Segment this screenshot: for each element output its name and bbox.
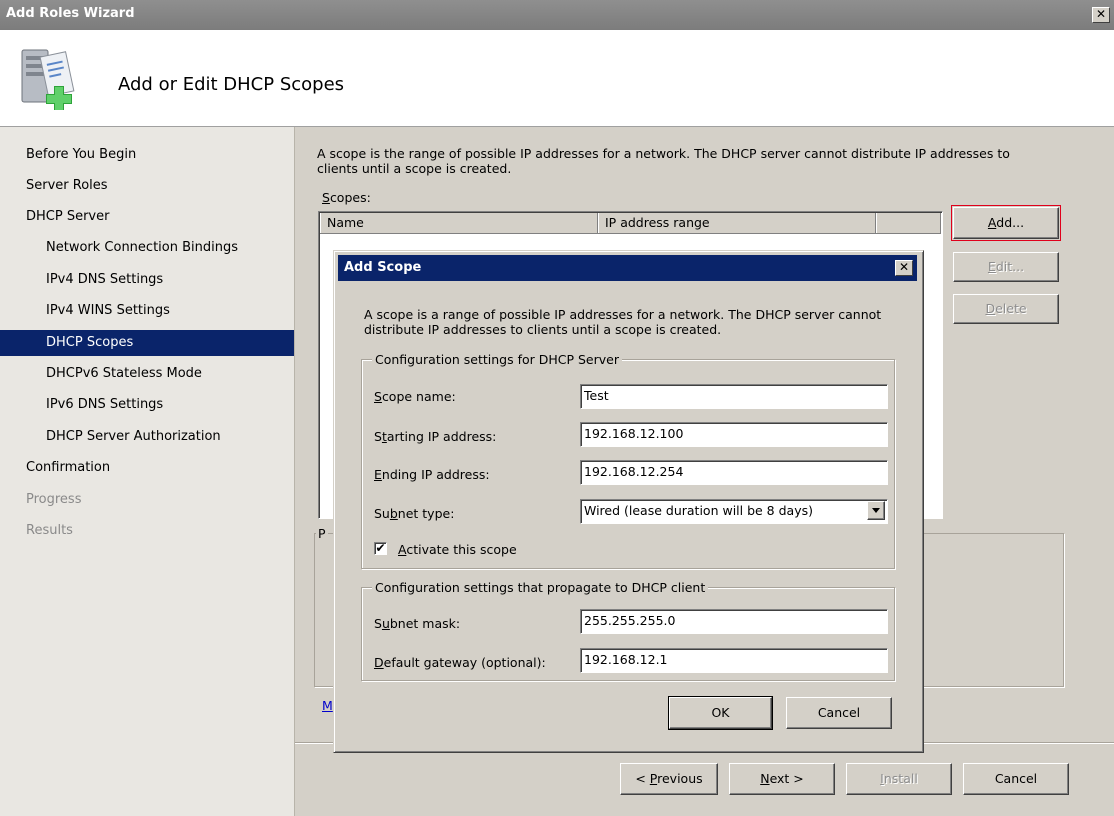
install-button: Install	[846, 763, 952, 795]
column-header-extra[interactable]	[876, 213, 941, 233]
starting-ip-label: Starting IP address:	[374, 429, 497, 444]
nav-item-progress: Progress	[26, 492, 82, 507]
properties-groupbox-label: P	[316, 526, 328, 541]
scopes-list-header: Name IP address range	[320, 213, 941, 234]
edit-scope-button[interactable]: Edit...	[953, 252, 1059, 282]
default-gateway-label: Default gateway (optional):	[374, 655, 546, 670]
ending-ip-input[interactable]: 192.168.12.254	[580, 460, 888, 485]
nav-item-dhcp-scopes[interactable]: DHCP Scopes	[0, 330, 294, 356]
nav-item-before-you-begin[interactable]: Before You Begin	[0, 142, 294, 168]
close-icon: ✕	[898, 260, 910, 274]
chevron-down-icon[interactable]	[867, 501, 885, 520]
default-gateway-input[interactable]: 192.168.12.1	[580, 648, 888, 673]
activate-scope-checkbox[interactable]: ✔	[374, 542, 387, 555]
nav-item-server-roles[interactable]: Server Roles	[0, 173, 294, 199]
nav-item-dhcp-server-authorization[interactable]: DHCP Server Authorization	[0, 424, 294, 450]
close-icon: ✕	[1095, 7, 1107, 21]
ok-button[interactable]: OK	[668, 696, 773, 730]
subnet-mask-label: Subnet mask:	[374, 616, 461, 631]
scopes-description: A scope is the range of possible IP addr…	[317, 146, 1010, 176]
dialog-close-button[interactable]: ✕	[895, 260, 913, 276]
subnet-type-select[interactable]: Wired (lease duration will be 8 days)	[580, 499, 888, 524]
next-button[interactable]: Next >	[729, 763, 835, 795]
wizard-navigation: Before You Begin Server Roles DHCP Serve…	[0, 127, 295, 816]
add-scope-button[interactable]: Add...	[951, 205, 1061, 241]
dialog-title-bar: Add Scope ✕	[338, 255, 917, 281]
scopes-label: Scopes:	[322, 190, 371, 205]
wizard-title-bar: Add Roles Wizard ✕	[0, 0, 1114, 30]
nav-item-dhcp-server[interactable]: DHCP Server	[0, 204, 294, 230]
page-title: Add or Edit DHCP Scopes	[118, 74, 345, 95]
ending-ip-label: Ending IP address:	[374, 467, 490, 482]
previous-button[interactable]: < Previous	[620, 763, 718, 795]
nav-item-ipv6-dns-settings[interactable]: IPv6 DNS Settings	[0, 392, 294, 418]
dialog-title: Add Scope	[344, 260, 422, 275]
subnet-type-value: Wired (lease duration will be 8 days)	[584, 503, 813, 518]
server-add-icon	[18, 46, 90, 112]
nav-item-ipv4-dns-settings[interactable]: IPv4 DNS Settings	[0, 267, 294, 293]
client-settings-legend: Configuration settings that propagate to…	[372, 580, 709, 595]
nav-item-dhcpv6-stateless-mode[interactable]: DHCPv6 Stateless Mode	[0, 361, 294, 387]
dialog-description: A scope is a range of possible IP addres…	[364, 307, 882, 337]
subnet-mask-input[interactable]: 255.255.255.0	[580, 609, 888, 634]
server-settings-legend: Configuration settings for DHCP Server	[372, 352, 622, 367]
subnet-type-label: Subnet type:	[374, 506, 455, 521]
dialog-cancel-button[interactable]: Cancel	[786, 697, 892, 729]
nav-item-confirmation[interactable]: Confirmation	[0, 455, 294, 481]
more-info-link[interactable]: M	[322, 698, 333, 713]
window-close-button[interactable]: ✕	[1092, 7, 1110, 23]
column-header-ip-range[interactable]: IP address range	[598, 213, 876, 233]
delete-scope-button[interactable]: Delete	[953, 294, 1059, 324]
add-scope-dialog: Add Scope ✕ A scope is a range of possib…	[333, 250, 924, 753]
window-title: Add Roles Wizard	[6, 6, 135, 21]
nav-item-results: Results	[26, 523, 73, 538]
check-icon: ✔	[375, 541, 386, 555]
nav-item-ipv4-wins-settings[interactable]: IPv4 WINS Settings	[0, 298, 294, 324]
wizard-cancel-button[interactable]: Cancel	[963, 763, 1069, 795]
activate-scope-label[interactable]: Activate this scope	[398, 542, 517, 557]
scope-name-input[interactable]: Test	[580, 384, 888, 409]
column-header-name[interactable]: Name	[320, 213, 598, 233]
nav-item-network-connection-bindings[interactable]: Network Connection Bindings	[0, 235, 294, 261]
scope-name-label: Scope name:	[374, 389, 456, 404]
starting-ip-input[interactable]: 192.168.12.100	[580, 422, 888, 447]
wizard-header: Add or Edit DHCP Scopes	[0, 30, 1114, 127]
